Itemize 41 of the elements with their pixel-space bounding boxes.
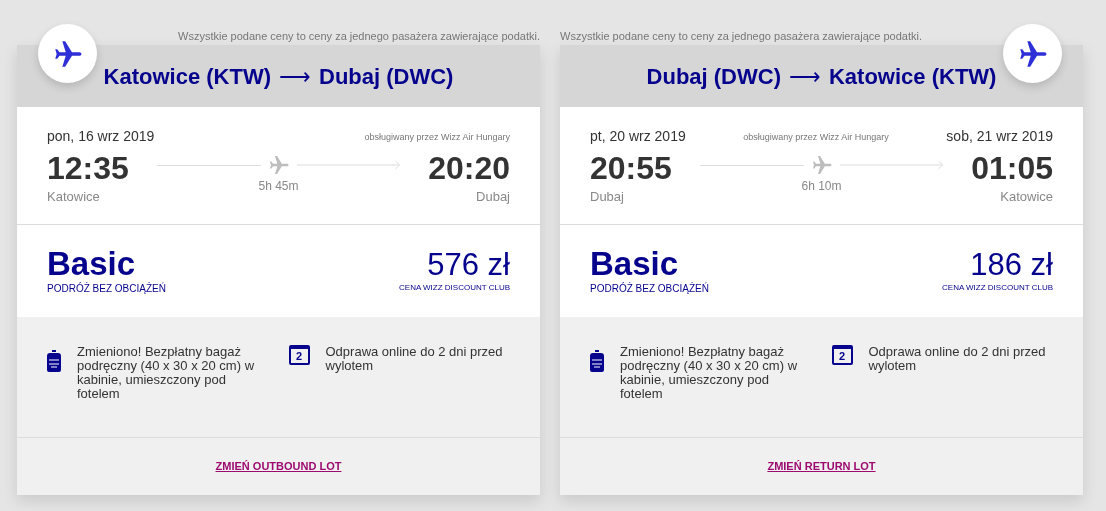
arrival-date: sob, 21 wrz 2019 — [946, 127, 1053, 146]
feature-text: Zmieniono! Bezpłatny bagaż podręczny (40 x 30 x 20 cm) w kabinie, umieszczony pod fotelem — [620, 345, 799, 401]
change-flight-link[interactable]: ZMIEŃ OUTBOUND LOT — [215, 458, 342, 475]
destination-airport: Dubaj (DWC) — [319, 62, 454, 91]
destination-airport: Katowice (KTW) — [829, 62, 997, 91]
feature-text: Odprawa online do 2 dni przed wylotem — [325, 345, 504, 373]
departure-time: 20:55 — [590, 149, 672, 187]
calendar-icon: 2 — [831, 345, 853, 365]
arrival-city: Katowice — [1000, 188, 1053, 206]
origin-airport: Katowice (KTW) — [103, 62, 271, 91]
departure-date: pt, 20 wrz 2019 — [590, 127, 686, 146]
feature-text: Zmieniono! Bezpłatny bagaż podręczny (40 x 30 x 20 cm) w kabinie, umieszczony pod fotelem — [77, 345, 256, 401]
departure-time: 12:35 — [47, 149, 129, 187]
fare-subtitle: PODRÓŻ BEZ OBCIĄŻEŃ — [47, 281, 166, 296]
feature-text: Odprawa online do 2 dni przed wylotem — [868, 345, 1047, 373]
departure-city: Dubaj — [590, 188, 625, 206]
change-flight-link[interactable]: ZMIEŃ RETURN LOT — [767, 458, 876, 475]
backpack-icon — [590, 350, 604, 372]
fare-name: Basic — [590, 246, 680, 281]
departure-city: Katowice — [47, 188, 101, 206]
calendar-icon: 2 — [288, 345, 310, 365]
departure-date: pon, 16 wrz 2019 — [47, 127, 155, 146]
price-note: CENA WIZZ DISCOUNT CLUB — [942, 282, 1053, 294]
price-note: CENA WIZZ DISCOUNT CLUB — [399, 282, 510, 294]
arrival-time: 01:05 — [971, 149, 1053, 187]
price-notice: Wszystkie podane ceny to ceny za jednego pasażera zawierające podatki. — [560, 29, 923, 44]
fare-name: Basic — [47, 246, 137, 281]
route-arrow: ⟶ — [279, 62, 311, 91]
flight-duration: 5h 45m — [258, 178, 299, 195]
backpack-icon — [47, 350, 61, 372]
operator-text: obsługiwany przez Wizz Air Hungary — [364, 130, 510, 144]
fare-subtitle: PODRÓŻ BEZ OBCIĄŻEŃ — [590, 281, 709, 296]
origin-airport: Dubaj (DWC) — [646, 62, 781, 91]
price-notice: Wszystkie podane ceny to ceny za jednego pasażera zawierające podatki. — [177, 29, 540, 44]
arrival-city: Dubaj — [476, 188, 510, 206]
arrival-time: 20:20 — [428, 149, 510, 187]
route-arrow: ⟶ — [789, 62, 821, 91]
flight-duration: 6h 10m — [801, 178, 842, 195]
fare-price: 186 zł — [970, 248, 1053, 282]
fare-price: 576 zł — [427, 248, 510, 282]
operator-text: obsługiwany przez Wizz Air Hungary — [743, 130, 889, 144]
